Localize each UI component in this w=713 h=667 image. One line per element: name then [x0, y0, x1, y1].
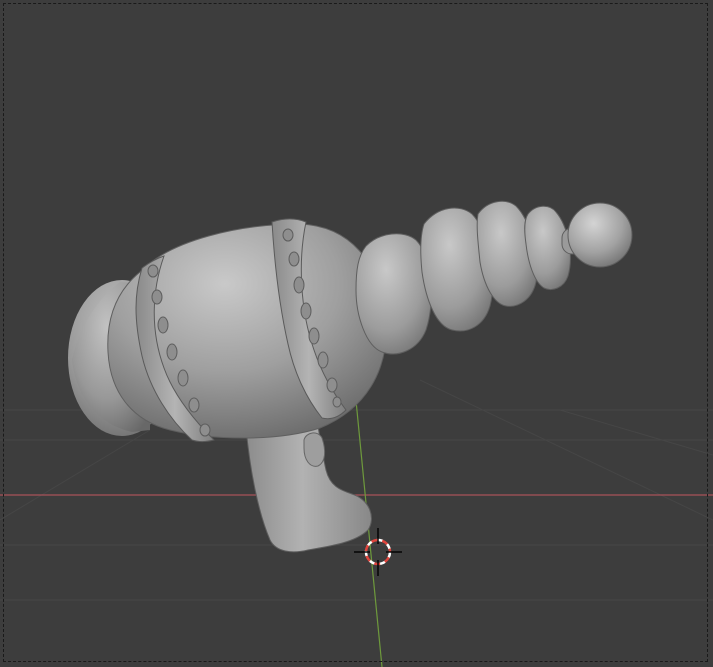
gun-trigger: [303, 432, 326, 467]
3d-viewport[interactable]: [0, 0, 713, 667]
ray-gun-model[interactable]: [68, 200, 633, 553]
viewport-canvas[interactable]: [0, 0, 713, 667]
barrel-segment-1: [355, 233, 432, 355]
barrel-tip-ball: [567, 202, 633, 268]
